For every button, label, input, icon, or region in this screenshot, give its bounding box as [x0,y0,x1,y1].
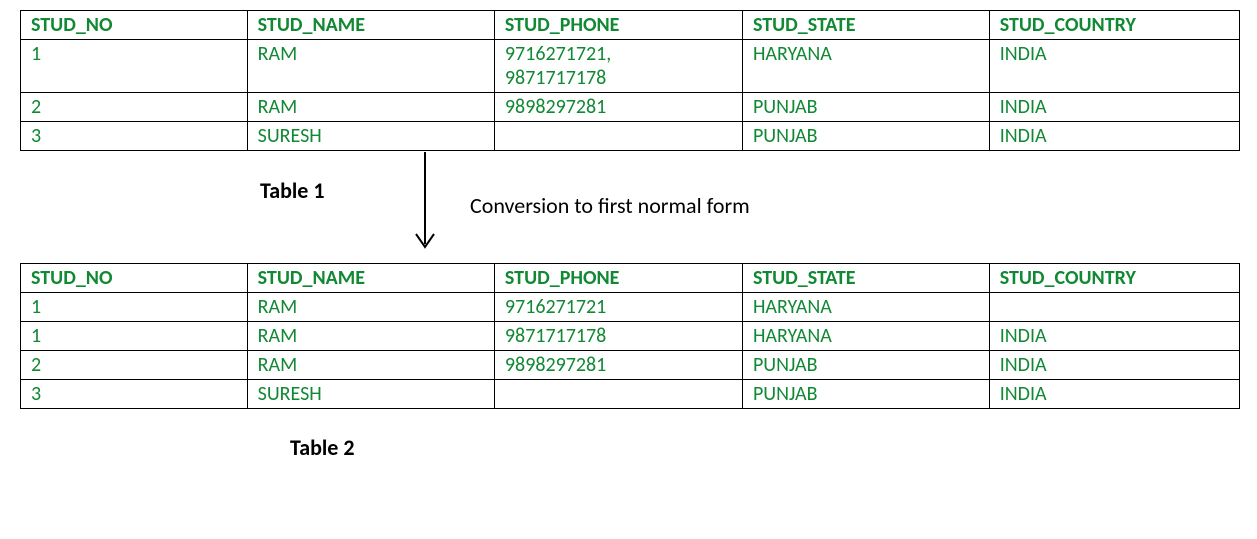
table-2-header-stud-state: STUD_STATE [742,264,989,293]
cell-stud-name: RAM [247,40,494,93]
cell-stud-no: 3 [21,122,248,151]
table-2-header-stud-no: STUD_NO [21,264,248,293]
cell-stud-no: 1 [21,322,248,351]
table-2-header-row: STUD_NO STUD_NAME STUD_PHONE STUD_STATE … [21,264,1240,293]
cell-stud-state: PUNJAB [742,351,989,380]
cell-stud-no: 2 [21,351,248,380]
cell-stud-name: RAM [247,351,494,380]
cell-stud-phone: 9898297281 [494,93,742,122]
table-1: STUD_NO STUD_NAME STUD_PHONE STUD_STATE … [20,10,1240,151]
table-row: 1 RAM 9716271721,9871717178 HARYANA INDI… [21,40,1240,93]
cell-stud-state: HARYANA [742,293,989,322]
cell-stud-phone: 9716271721,9871717178 [494,40,742,93]
table-row: 2 RAM 9898297281 PUNJAB INDIA [21,351,1240,380]
cell-stud-phone [494,122,742,151]
cell-stud-state: PUNJAB [742,122,989,151]
cell-stud-name: RAM [247,93,494,122]
table-1-header-stud-name: STUD_NAME [247,11,494,40]
cell-stud-country [989,293,1239,322]
cell-stud-country: INDIA [989,40,1239,93]
cell-stud-state: HARYANA [742,40,989,93]
cell-stud-no: 2 [21,93,248,122]
cell-stud-name: SURESH [247,122,494,151]
table-row: 2 RAM 9898297281 PUNJAB INDIA [21,93,1240,122]
table-1-header-stud-state: STUD_STATE [742,11,989,40]
table-row: 3 SURESH PUNJAB INDIA [21,122,1240,151]
table-2-caption: Table 2 [290,434,1257,461]
table-1-header-stud-no: STUD_NO [21,11,248,40]
caption-row-1: Table 1 Conversion to first normal form [10,157,1257,257]
table-2-header-stud-country: STUD_COUNTRY [989,264,1239,293]
cell-stud-phone: 9716271721 [494,293,742,322]
table-2-header-stud-phone: STUD_PHONE [494,264,742,293]
cell-stud-state: PUNJAB [742,93,989,122]
down-arrow-icon [410,152,440,257]
cell-stud-country: INDIA [989,380,1239,409]
table-1-caption: Table 1 [260,177,325,204]
cell-stud-name: SURESH [247,380,494,409]
cell-stud-state: HARYANA [742,322,989,351]
table-1-header-stud-phone: STUD_PHONE [494,11,742,40]
cell-stud-country: INDIA [989,351,1239,380]
cell-stud-country: INDIA [989,322,1239,351]
cell-stud-phone: 9871717178 [494,322,742,351]
cell-stud-phone [494,380,742,409]
cell-stud-name: RAM [247,293,494,322]
table-row: 1 RAM 9716271721 HARYANA [21,293,1240,322]
table-row: 1 RAM 9871717178 HARYANA INDIA [21,322,1240,351]
cell-stud-name: RAM [247,322,494,351]
table-row: 3 SURESH PUNJAB INDIA [21,380,1240,409]
table-1-header-stud-country: STUD_COUNTRY [989,11,1239,40]
table-2: STUD_NO STUD_NAME STUD_PHONE STUD_STATE … [20,263,1240,409]
conversion-label: Conversion to first normal form [470,192,750,219]
cell-stud-country: INDIA [989,122,1239,151]
table-2-header-stud-name: STUD_NAME [247,264,494,293]
table-1-header-row: STUD_NO STUD_NAME STUD_PHONE STUD_STATE … [21,11,1240,40]
cell-stud-state: PUNJAB [742,380,989,409]
cell-stud-no: 3 [21,380,248,409]
cell-stud-country: INDIA [989,93,1239,122]
cell-stud-no: 1 [21,293,248,322]
cell-stud-phone: 9898297281 [494,351,742,380]
cell-stud-no: 1 [21,40,248,93]
